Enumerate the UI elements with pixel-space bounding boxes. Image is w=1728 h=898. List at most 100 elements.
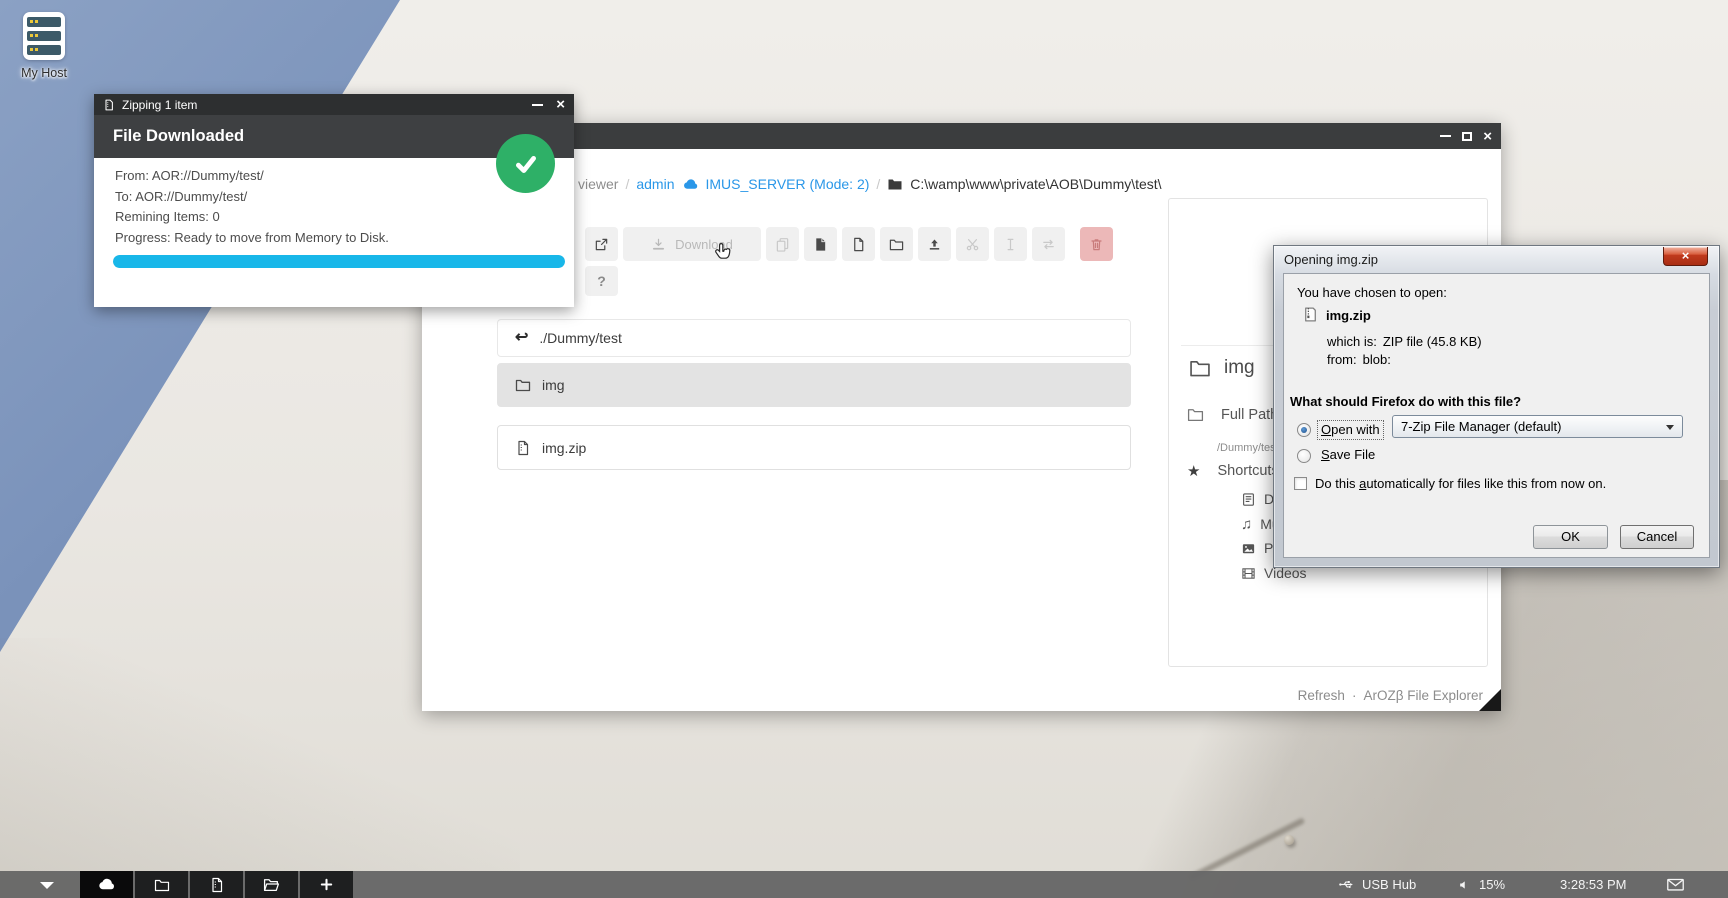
- transfer-button[interactable]: [1032, 227, 1065, 261]
- documents-icon: [1241, 492, 1256, 507]
- breadcrumb-viewer[interactable]: viewer: [578, 176, 618, 192]
- close-icon[interactable]: [556, 97, 565, 112]
- zipping-titlebar[interactable]: Zipping 1 item: [94, 94, 574, 115]
- new-file-icon: [851, 237, 866, 252]
- usb-status[interactable]: USB Hub: [1338, 871, 1416, 898]
- do-automatically-checkbox[interactable]: [1294, 477, 1307, 490]
- open-external-button[interactable]: [585, 227, 618, 261]
- file-source-value: blob:: [1363, 352, 1391, 367]
- taskbar-menu-caret[interactable]: [40, 882, 54, 889]
- cloud-icon: [682, 176, 699, 193]
- app-name: ArOZβ File Explorer: [1363, 688, 1483, 703]
- ok-button[interactable]: OK: [1533, 525, 1608, 549]
- intro-text: You have chosen to open:: [1297, 285, 1447, 300]
- taskbar-add-button[interactable]: [300, 871, 353, 898]
- taskbar-open-folder-button[interactable]: [245, 871, 298, 898]
- file-name: img: [542, 377, 565, 393]
- music-note-icon: ♫: [1241, 517, 1252, 532]
- firefox-download-dialog: Opening img.zip You have chosen to open:…: [1273, 245, 1720, 568]
- download-icon: [651, 237, 666, 252]
- question-text: What should Firefox do with this file?: [1290, 394, 1521, 409]
- download-button[interactable]: Download: [623, 227, 761, 261]
- resize-handle[interactable]: [1479, 689, 1501, 711]
- volume-status[interactable]: 15%: [1458, 871, 1505, 898]
- list-item-parent-dir[interactable]: ↩ ./Dummy/test: [497, 319, 1131, 357]
- usb-label: USB Hub: [1362, 877, 1416, 892]
- minimize-icon[interactable]: [532, 104, 543, 106]
- open-folder-icon: [263, 876, 280, 893]
- trash-icon: [1089, 237, 1104, 252]
- delete-button[interactable]: [1080, 227, 1113, 261]
- cloud-icon: [97, 875, 116, 894]
- upload-icon: [927, 237, 942, 252]
- zip-file-icon: [1302, 306, 1319, 326]
- upload-button[interactable]: [918, 227, 951, 261]
- dialog-body: You have chosen to open: img.zip which i…: [1283, 273, 1710, 558]
- folder-icon: [1187, 406, 1204, 423]
- open-with-select[interactable]: 7-Zip File Manager (default): [1392, 415, 1683, 438]
- save-file-radio[interactable]: [1297, 449, 1311, 463]
- star-icon: ★: [1187, 464, 1200, 479]
- explorer-titlebar[interactable]: [422, 123, 1501, 149]
- folder-icon: [154, 877, 170, 893]
- selected-item-name: img: [1224, 357, 1255, 379]
- swap-arrows-icon: [1041, 237, 1056, 252]
- zip-file-icon: [103, 99, 115, 111]
- breadcrumb-path[interactable]: C:\wamp\www\private\AOB\Dummy\test\: [910, 176, 1161, 192]
- mail-button[interactable]: [1666, 871, 1685, 898]
- close-icon[interactable]: [1663, 247, 1708, 266]
- save-file-label[interactable]: Save File: [1321, 447, 1375, 462]
- help-button[interactable]: ?: [585, 266, 618, 296]
- file-source-row: from:blob:: [1327, 352, 1391, 367]
- clock[interactable]: 3:28:53 PM: [1560, 871, 1627, 898]
- new-folder-button[interactable]: [880, 227, 913, 261]
- explorer-footer: Refresh · ArOZβ File Explorer: [1298, 688, 1483, 703]
- taskbar-folder-button[interactable]: [135, 871, 188, 898]
- folder-icon: [887, 176, 903, 192]
- full-path-value: /Dummy/test: [1217, 442, 1279, 454]
- new-folder-icon: [889, 237, 904, 252]
- breadcrumb-server[interactable]: IMUS_SERVER (Mode: 2): [706, 176, 870, 192]
- paste-button[interactable]: [804, 227, 837, 261]
- to-line: To: AOR://Dummy/test/: [115, 187, 389, 208]
- desktop: My Host viewer / admin IMUS_SERVER (Mode…: [0, 0, 1728, 898]
- file-type-value: ZIP file (45.8 KB): [1383, 334, 1482, 349]
- cancel-button[interactable]: Cancel: [1620, 525, 1694, 549]
- zip-file-icon: [209, 877, 225, 893]
- folder-icon: [1189, 357, 1211, 379]
- taskbar-zip-button[interactable]: [190, 871, 243, 898]
- list-item-folder-img[interactable]: img: [497, 363, 1131, 407]
- open-with-radio[interactable]: [1297, 423, 1311, 437]
- zip-file-icon: [515, 440, 531, 456]
- new-file-button[interactable]: [842, 227, 875, 261]
- text-cursor-icon: [1003, 237, 1018, 252]
- open-with-label[interactable]: Open with: [1317, 420, 1384, 440]
- transfer-details: From: AOR://Dummy/test/ To: AOR://Dummy/…: [115, 166, 389, 248]
- full-path-section: Full Path: [1187, 406, 1278, 423]
- cut-button[interactable]: [956, 227, 989, 261]
- progress-bar-fill: [113, 255, 565, 268]
- file-type-row: which is:ZIP file (45.8 KB): [1327, 334, 1482, 349]
- desktop-icon-my-host[interactable]: My Host: [12, 12, 76, 80]
- desktop-icon-label: My Host: [12, 66, 76, 80]
- copy-button[interactable]: [766, 227, 799, 261]
- maximize-icon[interactable]: [1462, 132, 1472, 141]
- do-automatically-label[interactable]: Do this automatically for files like thi…: [1315, 476, 1606, 491]
- explorer-toolbar: Download: [585, 227, 1113, 296]
- progress-bar: [113, 255, 565, 268]
- refresh-link[interactable]: Refresh: [1298, 688, 1345, 703]
- back-arrow-icon: ↩: [515, 330, 528, 346]
- dialog-title: Opening img.zip: [1284, 252, 1378, 267]
- file-name: img.zip: [1326, 308, 1371, 323]
- volume-label: 15%: [1479, 877, 1505, 892]
- taskbar-cloud-button[interactable]: [80, 871, 133, 898]
- list-item-file-imgzip[interactable]: img.zip: [497, 425, 1131, 470]
- speaker-icon: [1458, 878, 1472, 892]
- envelope-icon: [1666, 875, 1685, 894]
- file-name: img.zip: [542, 440, 586, 456]
- selected-item-header: img: [1189, 357, 1255, 379]
- minimize-icon[interactable]: [1440, 135, 1451, 137]
- breadcrumb-user[interactable]: admin: [636, 176, 674, 192]
- close-icon[interactable]: [1483, 129, 1492, 144]
- rename-button[interactable]: [994, 227, 1027, 261]
